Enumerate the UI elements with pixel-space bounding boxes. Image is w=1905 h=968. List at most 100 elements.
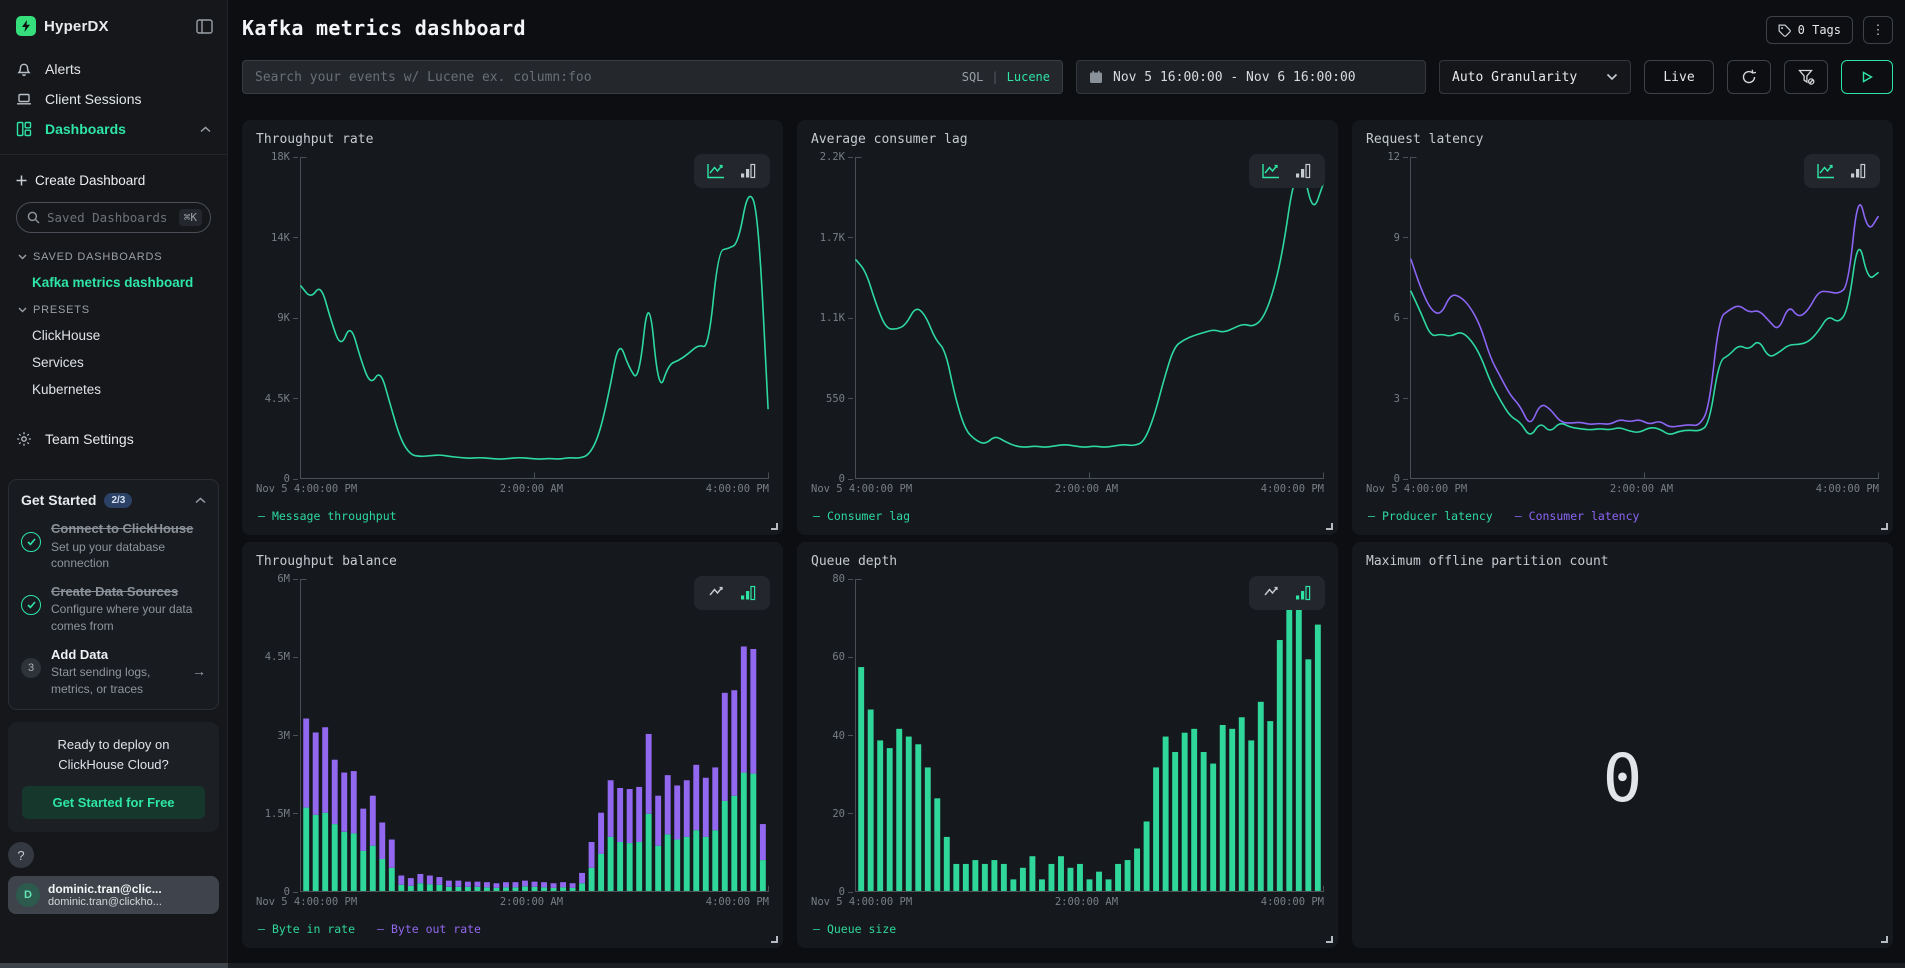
sidebar-item-clickhouse[interactable]: ClickHouse: [10, 322, 217, 349]
chevron-up-icon[interactable]: [200, 126, 211, 133]
chart-legend: —Consumer lag: [811, 507, 1324, 525]
chart-type-toolbar: [1249, 576, 1325, 610]
throughput-balance-chart[interactable]: [300, 579, 769, 892]
line-chart-toggle[interactable]: [1817, 163, 1836, 179]
throughput-rate-chart[interactable]: [300, 157, 769, 479]
bar-chart-toggle[interactable]: [1295, 585, 1312, 601]
dashboards-icon: [16, 121, 32, 137]
y-axis-labels: 129630: [1366, 157, 1410, 479]
help-button[interactable]: ?: [8, 842, 34, 868]
step-number: 3: [21, 658, 41, 678]
get-started-card: Get Started 2/3 Connect to ClickHouse Se…: [8, 479, 219, 710]
x-axis-labels: Nov 5 4:00:00 PM2:00:00 AM4:00:00 PM: [811, 896, 1324, 912]
tags-button[interactable]: 0 Tags: [1766, 16, 1853, 44]
chart-panel-queue-depth: Queue depth 806040200 Nov 5 4:00:00 PM2:…: [797, 542, 1338, 948]
team-settings-button[interactable]: Team Settings: [0, 421, 227, 457]
bar-chart-toggle[interactable]: [740, 585, 757, 601]
chevron-down-icon: [18, 307, 27, 313]
panel-resize-handle[interactable]: [1881, 936, 1888, 943]
legend-item[interactable]: —Consumer lag: [813, 507, 910, 525]
legend-item[interactable]: —Producer latency: [1368, 507, 1493, 525]
line-chart-toggle[interactable]: [1262, 163, 1281, 179]
run-query-button[interactable]: [1841, 60, 1893, 94]
date-range-picker[interactable]: Nov 5 16:00:00 - Nov 6 16:00:00: [1076, 60, 1426, 94]
saved-dashboards-header[interactable]: SAVED DASHBOARDS: [10, 243, 217, 269]
calendar-icon: [1089, 70, 1103, 84]
saved-dashboards-search[interactable]: ⌘K: [16, 202, 211, 233]
legend-dash-icon: —: [813, 922, 820, 936]
chart-title: Request latency: [1366, 132, 1879, 147]
user-menu[interactable]: D dominic.tran@clic... dominic.tran@clic…: [8, 876, 219, 914]
filter-button[interactable]: [1784, 60, 1828, 94]
line-chart-toggle[interactable]: [1262, 585, 1281, 601]
legend-item[interactable]: —Queue size: [813, 920, 896, 938]
chevron-up-icon[interactable]: [195, 497, 206, 504]
hyperdx-logo-icon: [16, 16, 36, 36]
line-chart-toggle[interactable]: [707, 163, 726, 179]
step-add-data[interactable]: 3 Add Data Start sending logs, metrics, …: [21, 646, 206, 697]
create-dashboard-button[interactable]: Create Dashboard: [10, 165, 217, 196]
sidebar-item-services[interactable]: Services: [10, 349, 217, 376]
user-email: dominic.tran@clickho...: [48, 896, 162, 908]
sidebar-collapse-icon[interactable]: [196, 19, 213, 34]
user-name: dominic.tran@clic...: [48, 882, 162, 896]
avatar: D: [16, 883, 40, 907]
chart-type-toolbar: [1249, 154, 1325, 188]
sidebar-item-kafka-dashboard[interactable]: Kafka metrics dashboard: [10, 269, 217, 296]
legend-item[interactable]: —Consumer latency: [1515, 507, 1640, 525]
legend-item[interactable]: —Byte in rate: [258, 920, 355, 938]
nav-alerts[interactable]: Alerts: [0, 54, 227, 84]
live-button[interactable]: Live: [1644, 60, 1714, 94]
event-search-input[interactable]: [255, 70, 952, 85]
step-desc: Configure where your data comes from: [51, 601, 206, 633]
logo-row: HyperDX: [0, 0, 227, 48]
request-latency-chart[interactable]: [1410, 157, 1879, 479]
laptop-icon: [16, 91, 32, 107]
average-consumer-lag-chart[interactable]: [855, 157, 1324, 479]
refresh-button[interactable]: [1727, 60, 1771, 94]
event-search-box: SQL | Lucene: [242, 60, 1063, 94]
nav-client-sessions[interactable]: Client Sessions: [0, 84, 227, 114]
date-range-value: Nov 5 16:00:00 - Nov 6 16:00:00: [1113, 70, 1356, 85]
legend-item[interactable]: —Byte out rate: [377, 920, 481, 938]
main-content: Kafka metrics dashboard 0 Tags ⋮ SQL | L…: [228, 0, 1905, 963]
line-chart-toggle[interactable]: [707, 585, 726, 601]
sidebar-item-kubernetes[interactable]: Kubernetes: [10, 376, 217, 403]
presets-header[interactable]: PRESETS: [10, 296, 217, 322]
panel-resize-handle[interactable]: [1326, 936, 1333, 943]
panel-resize-handle[interactable]: [771, 936, 778, 943]
x-axis-labels: Nov 5 4:00:00 PM2:00:00 AM4:00:00 PM: [811, 483, 1324, 499]
bar-chart-toggle[interactable]: [740, 163, 757, 179]
panel-resize-handle[interactable]: [1326, 523, 1333, 530]
nav-label: Client Sessions: [45, 91, 142, 107]
step-connect-clickhouse[interactable]: Connect to ClickHouse Set up your databa…: [21, 520, 206, 571]
horizontal-scrollbar[interactable]: [0, 963, 1905, 968]
chart-panel-max-offline-partition-count: Maximum offline partition count 0: [1352, 542, 1893, 948]
panel-resize-handle[interactable]: [771, 523, 778, 530]
bar-chart-toggle[interactable]: [1850, 163, 1867, 179]
saved-dashboards-search-input[interactable]: [47, 210, 172, 225]
metric-value: 0: [1603, 740, 1643, 817]
lucene-mode-toggle[interactable]: Lucene: [1007, 70, 1050, 84]
sql-mode-toggle[interactable]: SQL: [962, 70, 984, 84]
scrollbar-thumb[interactable]: [0, 963, 228, 968]
bar-chart-toggle[interactable]: [1295, 163, 1312, 179]
play-icon: [1862, 71, 1873, 83]
chart-legend: —Producer latency —Consumer latency: [1366, 507, 1879, 525]
queue-depth-chart[interactable]: [855, 579, 1324, 892]
chart-legend: —Byte in rate —Byte out rate: [256, 920, 769, 938]
get-started-free-button[interactable]: Get Started for Free: [22, 786, 205, 819]
panel-resize-handle[interactable]: [1881, 523, 1888, 530]
panel-menu-button[interactable]: ⋮: [1863, 16, 1893, 44]
step-desc: Start sending logs, metrics, or traces: [51, 664, 182, 696]
dashboard-grid: Throughput rate 18K14K9K4.5K0 Nov 5 4:00…: [242, 120, 1893, 948]
chevron-down-icon: [18, 254, 27, 260]
step-create-data-sources[interactable]: Create Data Sources Configure where your…: [21, 583, 206, 634]
granularity-select[interactable]: Auto Granularity: [1439, 60, 1631, 94]
dashboards-section: Create Dashboard ⌘K SAVED DASHBOARDS Kaf…: [0, 155, 227, 403]
y-axis-labels: 6M4.5M3M1.5M0: [256, 579, 300, 892]
nav-label: Alerts: [45, 61, 81, 77]
page-title: Kafka metrics dashboard: [242, 16, 526, 40]
legend-item[interactable]: —Message throughput: [258, 507, 397, 525]
nav-dashboards[interactable]: Dashboards: [0, 114, 227, 144]
